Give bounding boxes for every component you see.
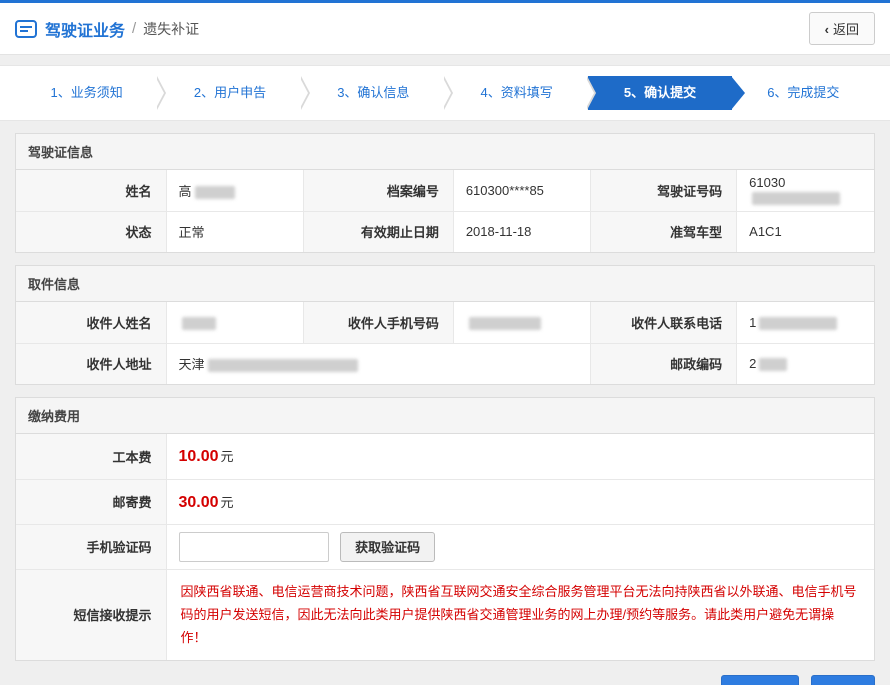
- captcha-cell: 获取验证码: [166, 524, 874, 569]
- redacted-value: [195, 186, 235, 199]
- captcha-label: 手机验证码: [16, 524, 166, 569]
- license-card-icon: [15, 20, 37, 38]
- status-value: 正常: [166, 211, 303, 252]
- section-pickup-info: 取件信息 收件人姓名 收件人手机号码 收件人联系电话 1 收件人地址 天津 邮政…: [15, 265, 875, 385]
- step-label: 2、用户申告: [194, 85, 266, 100]
- progress-steps: 1、业务须知 2、用户申告 3、确认信息 4、资料填写 5、确认提交 6、完成提…: [0, 65, 890, 121]
- recipient-phone-value: 1: [737, 302, 874, 343]
- section-license-info: 驾驶证信息 姓名 高 档案编号 610300****85 驾驶证号码 61030…: [15, 133, 875, 253]
- get-captcha-button[interactable]: 获取验证码: [340, 532, 435, 562]
- step-label: 1、业务须知: [51, 85, 123, 100]
- license-info-table: 姓名 高 档案编号 610300****85 驾驶证号码 61030 状态 正常…: [16, 170, 874, 252]
- finish-button[interactable]: 完成: [811, 675, 875, 685]
- table-row: 收件人地址 天津 邮政编码 2: [16, 343, 874, 384]
- section-fees-title: 缴纳费用: [16, 398, 874, 434]
- prev-step-button[interactable]: 上一步: [721, 675, 799, 685]
- pickup-info-table: 收件人姓名 收件人手机号码 收件人联系电话 1 收件人地址 天津 邮政编码 2: [16, 302, 874, 384]
- page-title: 驾驶证业务: [45, 17, 125, 41]
- table-row: 姓名 高 档案编号 610300****85 驾驶证号码 61030: [16, 170, 874, 211]
- step-3-confirm-info: 3、确认信息: [302, 76, 445, 110]
- section-license-title: 驾驶证信息: [16, 134, 874, 170]
- recipient-name-label: 收件人姓名: [16, 302, 166, 343]
- redacted-value: [208, 359, 358, 372]
- license-number-label: 驾驶证号码: [591, 170, 737, 211]
- redacted-value: [759, 317, 837, 330]
- value-text: 61030: [749, 175, 785, 190]
- postage-fee-amount: 30.00: [179, 494, 219, 511]
- name-label: 姓名: [16, 170, 166, 211]
- zip-code-value: 2: [737, 343, 874, 384]
- value-text: 高: [179, 184, 192, 199]
- back-chevron-icon: ‹: [825, 22, 829, 37]
- postage-fee-value: 30.00元: [166, 479, 874, 524]
- title-separator: /: [132, 20, 136, 37]
- recipient-phone-label: 收件人联系电话: [591, 302, 737, 343]
- sms-notice-cell: 因陕西省联通、电信运营商技术问题，陕西省互联网交通安全综合服务管理平台无法向持陕…: [166, 569, 874, 660]
- sms-notice-label: 短信接收提示: [16, 569, 166, 660]
- step-label: 6、完成提交: [767, 85, 839, 100]
- step-4-fill-data: 4、资料填写: [445, 76, 588, 110]
- cost-fee-amount: 10.00: [179, 448, 219, 465]
- footer-actions: 上一步 完成: [15, 675, 875, 685]
- recipient-name-value: [166, 302, 303, 343]
- cost-fee-value: 10.00元: [166, 434, 874, 479]
- expiry-label: 有效期止日期: [303, 211, 453, 252]
- table-row: 工本费 10.00元: [16, 434, 874, 479]
- file-number-value: 610300****85: [453, 170, 590, 211]
- recipient-mobile-value: [453, 302, 590, 343]
- name-value: 高: [166, 170, 303, 211]
- cost-fee-label: 工本费: [16, 434, 166, 479]
- postage-fee-unit: 元: [221, 495, 234, 510]
- table-row: 状态 正常 有效期止日期 2018-11-18 准驾车型 A1C1: [16, 211, 874, 252]
- redacted-value: [759, 358, 787, 371]
- postage-fee-label: 邮寄费: [16, 479, 166, 524]
- step-label: 3、确认信息: [337, 85, 409, 100]
- step-5-confirm-submit-active: 5、确认提交: [588, 76, 731, 110]
- table-row: 收件人姓名 收件人手机号码 收件人联系电话 1: [16, 302, 874, 343]
- page-header: 驾驶证业务 / 遗失补证 ‹ 返回: [0, 3, 890, 55]
- step-2-user-declaration: 2、用户申告: [158, 76, 301, 110]
- recipient-mobile-label: 收件人手机号码: [303, 302, 453, 343]
- page-subtitle: 遗失补证: [143, 19, 199, 39]
- value-text: 2: [749, 356, 756, 371]
- recipient-address-value: 天津: [166, 343, 591, 384]
- license-number-value: 61030: [737, 170, 874, 211]
- value-text: 1: [749, 315, 756, 330]
- sms-notice-text: 因陕西省联通、电信运营商技术问题，陕西省互联网交通安全综合服务管理平台无法向持陕…: [181, 584, 857, 646]
- section-fees: 缴纳费用 工本费 10.00元 邮寄费 30.00元 手机验证码 获取验证码 短…: [15, 397, 875, 661]
- table-row: 短信接收提示 因陕西省联通、电信运营商技术问题，陕西省互联网交通安全综合服务管理…: [16, 569, 874, 660]
- section-pickup-title: 取件信息: [16, 266, 874, 302]
- redacted-value: [182, 317, 216, 330]
- back-button[interactable]: ‹ 返回: [809, 12, 875, 45]
- step-label: 4、资料填写: [481, 85, 553, 100]
- vehicle-class-label: 准驾车型: [591, 211, 737, 252]
- table-row: 手机验证码 获取验证码: [16, 524, 874, 569]
- table-row: 邮寄费 30.00元: [16, 479, 874, 524]
- redacted-value: [752, 192, 840, 205]
- fees-table: 工本费 10.00元 邮寄费 30.00元 手机验证码 获取验证码 短信接收提示…: [16, 434, 874, 660]
- status-label: 状态: [16, 211, 166, 252]
- vehicle-class-value: A1C1: [737, 211, 874, 252]
- redacted-value: [469, 317, 541, 330]
- step-label: 5、确认提交: [624, 85, 696, 100]
- zip-code-label: 邮政编码: [591, 343, 737, 384]
- cost-fee-unit: 元: [221, 449, 234, 464]
- back-button-label: 返回: [833, 22, 859, 37]
- file-number-label: 档案编号: [303, 170, 453, 211]
- step-6-complete-submit: 6、完成提交: [732, 76, 875, 110]
- step-1-business-notes: 1、业务须知: [15, 76, 158, 110]
- value-text: 天津: [179, 357, 205, 372]
- expiry-value: 2018-11-18: [453, 211, 590, 252]
- recipient-address-label: 收件人地址: [16, 343, 166, 384]
- captcha-input[interactable]: [179, 532, 329, 562]
